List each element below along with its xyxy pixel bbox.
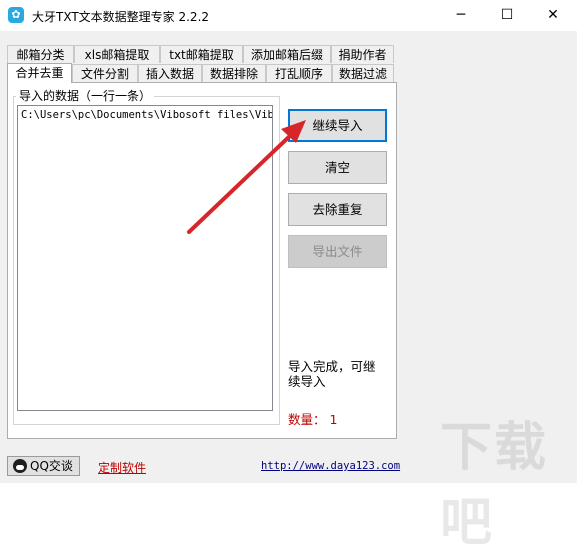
arrow-shaft [187,131,295,234]
annotation-arrow [187,120,306,234]
tab-merge-dedupe[interactable]: 合并去重 [7,63,72,83]
